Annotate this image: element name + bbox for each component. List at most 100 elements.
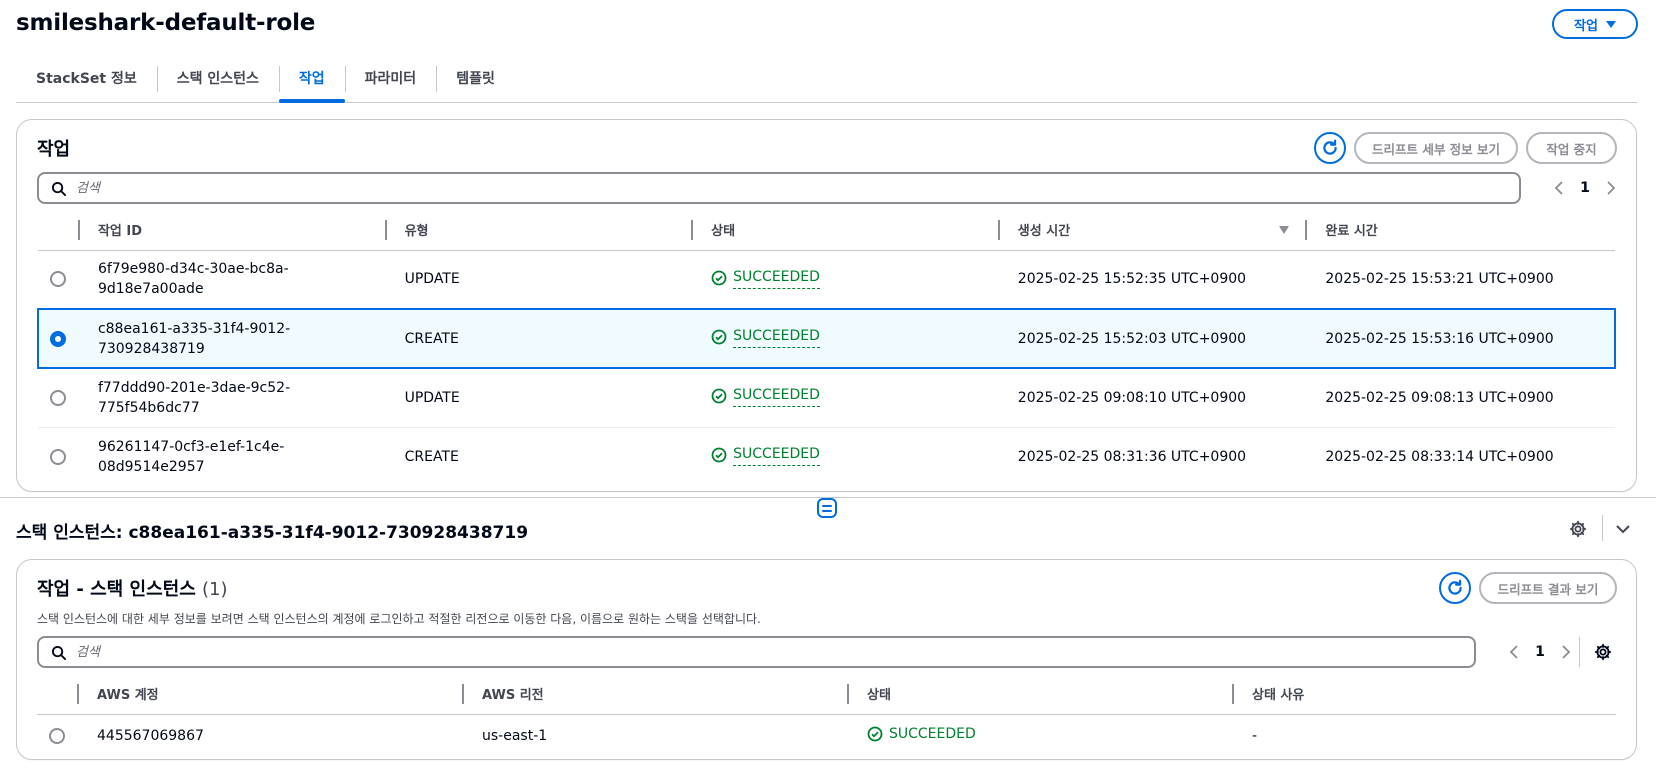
success-icon: [711, 388, 727, 404]
refresh-button[interactable]: [1439, 572, 1471, 604]
table-row[interactable]: 96261147-0cf3-e1ef-1c4e- 08d9514e2957 CRE…: [38, 427, 1615, 486]
row-radio[interactable]: [49, 389, 66, 406]
actions-label: 작업: [1574, 18, 1598, 34]
completed-time: 2025-02-25 08:33:14 UTC+0900: [1325, 448, 1554, 465]
stack-instances-search[interactable]: [37, 636, 1476, 668]
row-radio[interactable]: [49, 728, 65, 745]
chevron-right-icon: [1562, 645, 1571, 659]
stack-instances-count: (1): [202, 579, 228, 600]
refresh-button[interactable]: [1314, 132, 1346, 164]
chevron-down-icon: [1616, 525, 1630, 534]
operation-id-cont: 775f54b6dc77: [97, 399, 200, 416]
column-header-created[interactable]: 생성 시간: [997, 210, 1306, 251]
split-panel-title: 스택 인스턴스: c88ea161-a335-31f4-9012-7309284…: [16, 523, 529, 543]
aws-account: 445567069867: [97, 728, 204, 745]
split-panel-resize-handle[interactable]: [817, 498, 837, 518]
status-reason: -: [1252, 728, 1258, 745]
column-header-status[interactable]: 상태: [691, 210, 998, 251]
operation-id: c88ea161-a335-31f4-9012-: [97, 320, 291, 337]
operations-container: 작업 드리프트 세부 정보 보기 작업 중지 1 작업 ID 유형 상태 생성 …: [16, 119, 1637, 492]
next-page-button[interactable]: [1597, 174, 1625, 202]
select-column-header: [37, 674, 77, 715]
gear-icon: [1594, 643, 1612, 661]
completed-time: 2025-02-25 09:08:13 UTC+0900: [1305, 368, 1615, 428]
gear-icon: [1569, 520, 1587, 538]
tab-template[interactable]: 템플릿: [436, 60, 515, 102]
operation-id: f77ddd90-201e-3dae-9c52-: [97, 379, 291, 396]
operation-id: 96261147-0cf3-e1ef-1c4e-: [97, 438, 285, 455]
search-icon: [51, 181, 66, 196]
status-badge[interactable]: SUCCEEDED: [711, 385, 820, 408]
prev-page-button[interactable]: [1545, 174, 1573, 202]
split-panel-preferences-button[interactable]: [1566, 517, 1590, 541]
operation-type: CREATE: [404, 448, 459, 465]
operation-id-cont: 730928438719: [97, 340, 205, 357]
success-icon: [867, 726, 883, 742]
tab-stackset-info[interactable]: StackSet 정보: [16, 60, 157, 102]
caret-down-icon: [1605, 20, 1616, 28]
completed-time: 2025-02-25 15:53:16 UTC+0900: [1305, 308, 1616, 369]
operations-search[interactable]: [37, 172, 1521, 204]
chevron-right-icon: [1607, 181, 1616, 195]
column-header-aws-region[interactable]: AWS 리전: [462, 674, 847, 715]
stack-instances-search-input[interactable]: [76, 644, 1357, 660]
success-icon: [711, 329, 727, 345]
status-badge[interactable]: SUCCEEDED: [711, 267, 820, 289]
divider: [1579, 637, 1580, 667]
operation-type: CREATE: [384, 308, 692, 369]
table-row[interactable]: f77ddd90-201e-3dae-9c52- 775f54b6dc77 UPD…: [38, 368, 1615, 428]
operation-id-cont: 9d18e7a00ade: [97, 281, 204, 298]
chevron-left-icon: [1554, 181, 1563, 195]
status-badge[interactable]: SUCCEEDED: [711, 326, 820, 348]
stack-instances-table: AWS 계정 AWS 리전 상태 상태 사유 445567069867 us-e…: [37, 674, 1616, 758]
created-time: 2025-02-25 15:52:03 UTC+0900: [997, 308, 1306, 369]
completed-time: 2025-02-25 15:53:21 UTC+0900: [1305, 250, 1615, 310]
operations-search-input[interactable]: [76, 180, 1398, 196]
select-column-header: [38, 210, 78, 251]
stop-operation-button[interactable]: 작업 중지: [1526, 132, 1617, 164]
table-row[interactable]: 6f79e980-d34c-30ae-bc8a- 9d18e7a00ade UPD…: [38, 250, 1615, 310]
success-icon: [711, 447, 727, 463]
operations-pagination: 1: [1545, 174, 1625, 202]
column-header-status[interactable]: 상태: [847, 674, 1232, 715]
column-header-aws-account[interactable]: AWS 계정: [77, 674, 462, 715]
actions-dropdown-button[interactable]: 작업: [1552, 9, 1638, 39]
success-icon: [711, 270, 727, 286]
refresh-icon: [1448, 579, 1462, 595]
stack-instances-container: 작업 - 스택 인스턴스 (1) 스택 인스턴스에 대한 세부 정보를 보려면 …: [16, 559, 1637, 760]
next-page-button[interactable]: [1552, 638, 1580, 666]
tab-stack-instances[interactable]: 스택 인스턴스: [156, 60, 279, 102]
column-header-operation-id[interactable]: 작업 ID: [77, 210, 385, 251]
created-time: 2025-02-25 09:08:10 UTC+0900: [997, 368, 1306, 428]
aws-region: us-east-1: [482, 728, 548, 745]
column-header-completed[interactable]: 완료 시간: [1305, 210, 1615, 251]
page-number[interactable]: 1: [1528, 644, 1552, 660]
split-panel-collapse-button[interactable]: [1611, 517, 1635, 541]
operations-table: 작업 ID 유형 상태 생성 시간 완료 시간 6f79e980-d34c-30…: [37, 210, 1616, 486]
table-row[interactable]: 445567069867 us-east-1 SUCCEEDED -: [37, 714, 1616, 758]
divider: [1602, 515, 1603, 541]
column-header-status-reason[interactable]: 상태 사유: [1232, 674, 1616, 715]
operation-type: UPDATE: [384, 250, 692, 310]
view-drift-details-button[interactable]: 드리프트 세부 정보 보기: [1354, 132, 1518, 164]
tab-parameters[interactable]: 파라미터: [344, 60, 437, 102]
chevron-left-icon: [1509, 645, 1518, 659]
search-icon: [51, 645, 66, 660]
row-radio[interactable]: [49, 448, 66, 465]
row-radio[interactable]: [49, 271, 66, 288]
tab-list: StackSet 정보 스택 인스턴스 작업 파라미터 템플릿: [16, 60, 1637, 103]
prev-page-button[interactable]: [1500, 638, 1528, 666]
drag-handle-icon: [822, 504, 832, 507]
status-badge[interactable]: SUCCEEDED: [711, 444, 820, 467]
tab-operations[interactable]: 작업: [278, 60, 345, 103]
table-row-selected[interactable]: c88ea161-a335-31f4-9012- 730928438719 CRE…: [37, 308, 1616, 369]
sort-descending-icon: [1279, 226, 1290, 234]
operation-type: UPDATE: [384, 368, 692, 428]
column-header-type[interactable]: 유형: [384, 210, 692, 251]
view-drift-results-button[interactable]: 드리프트 결과 보기: [1479, 572, 1617, 604]
operation-id: 6f79e980-d34c-30ae-bc8a-: [97, 261, 289, 278]
page-number[interactable]: 1: [1573, 180, 1597, 196]
row-radio-selected[interactable]: [50, 330, 67, 347]
stack-instances-pagination: 1: [1500, 638, 1580, 666]
table-preferences-button[interactable]: [1589, 638, 1617, 666]
